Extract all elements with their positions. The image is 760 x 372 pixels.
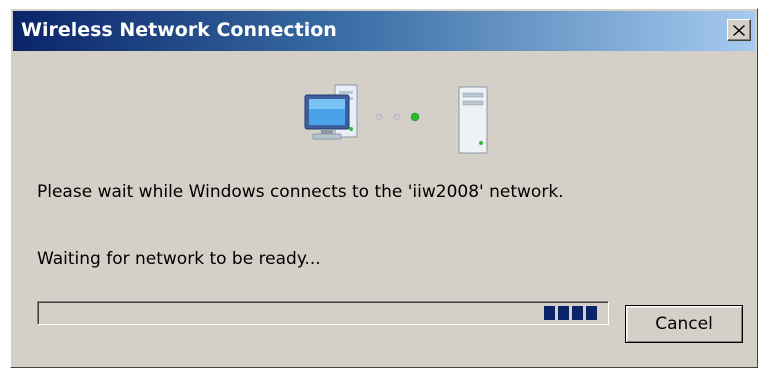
- progress-block: [586, 306, 597, 320]
- computer-icon: [304, 84, 358, 140]
- window-title: Wireless Network Connection: [21, 19, 337, 41]
- close-button[interactable]: [727, 19, 751, 41]
- title-bar[interactable]: Wireless Network Connection: [13, 11, 755, 51]
- cancel-button[interactable]: Cancel: [625, 305, 743, 343]
- server-icon: [458, 86, 488, 154]
- status-message: Waiting for network to be ready...: [37, 249, 321, 269]
- connection-dots-icon: [375, 112, 420, 122]
- connection-illustration: [301, 77, 501, 157]
- progress-block: [544, 306, 555, 320]
- wireless-connection-dialog: Wireless Network Connection Please wait …: [10, 8, 758, 368]
- close-icon: [733, 24, 745, 36]
- connecting-message: Please wait while Windows connects to th…: [37, 182, 564, 202]
- progress-bar: [37, 301, 609, 325]
- progress-track: [40, 304, 606, 322]
- progress-block: [572, 306, 583, 320]
- progress-block: [558, 306, 569, 320]
